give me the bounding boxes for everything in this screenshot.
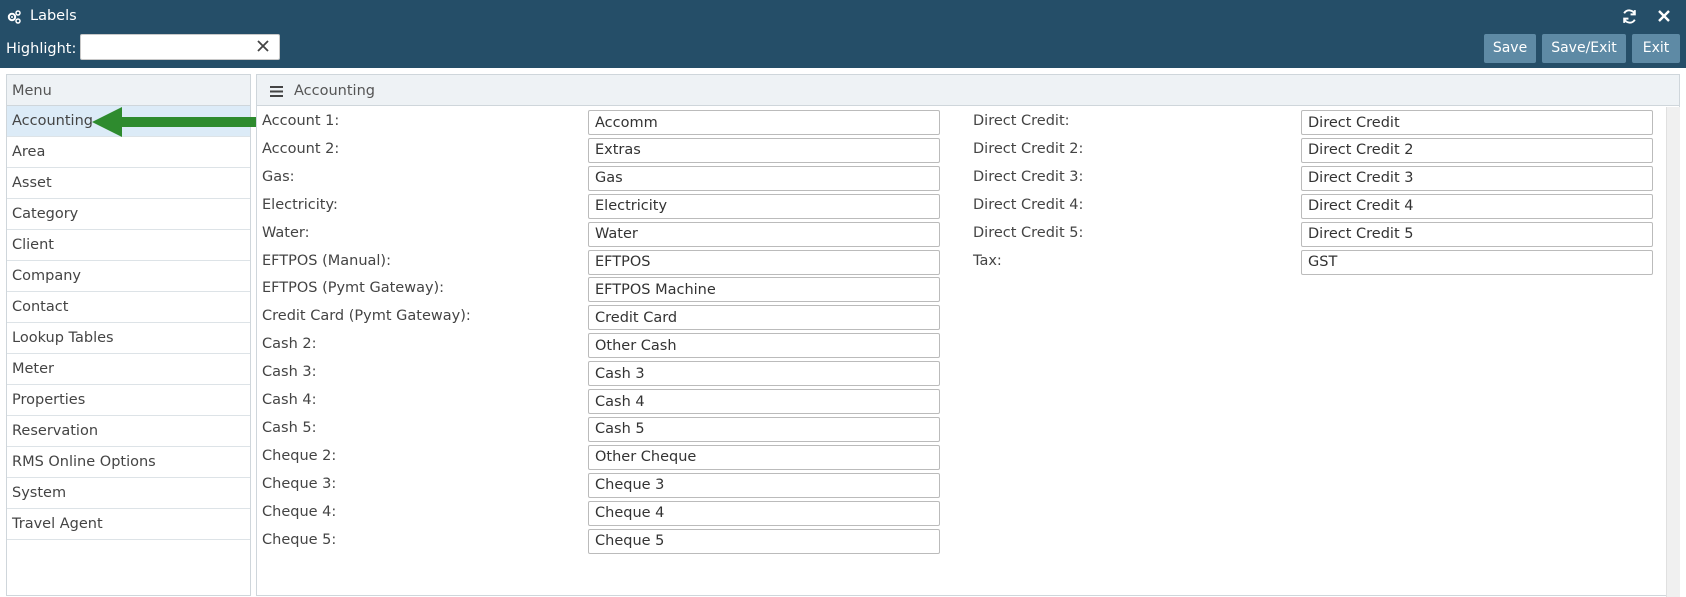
title-bar: Labels [0, 0, 1686, 33]
hamburger-icon[interactable] [270, 86, 283, 97]
field-input-water[interactable] [588, 221, 940, 247]
field-input-cheque-5[interactable] [588, 528, 940, 554]
field-input-cheque-4[interactable] [588, 500, 940, 526]
field-label-account-1: Account 1: [262, 113, 340, 129]
field-input-cheque-3[interactable] [588, 472, 940, 498]
field-label-direct-credit-5: Direct Credit 5: [973, 224, 1084, 241]
highlight-input[interactable] [80, 34, 280, 60]
field-label-cheque-2: Cheque 2: [262, 447, 337, 464]
field-input-credit-card-pymt-gateway[interactable] [588, 305, 940, 331]
menu-header: Menu [7, 75, 250, 106]
field-input-cheque-2[interactable] [588, 444, 940, 470]
sidebar-item-category[interactable]: Category [7, 199, 250, 230]
field-label-cash-4: Cash 4: [262, 392, 317, 408]
field-input-account-1[interactable] [588, 110, 940, 135]
field-input-direct-credit-3[interactable] [1301, 165, 1653, 191]
field-label-cash-3: Cash 3: [262, 364, 317, 381]
sidebar-item-travel-agent[interactable]: Travel Agent [7, 509, 250, 540]
field-label-eftpos-pymt-gateway: EFTPOS (Pymt Gateway): [262, 280, 445, 297]
refresh-icon[interactable] [1621, 8, 1638, 25]
panel-header: Accounting [257, 75, 1679, 106]
sidebar-item-area[interactable]: Area [7, 137, 250, 168]
field-label-cheque-5: Cheque 5: [262, 531, 337, 548]
field-label-water: Water: [262, 224, 310, 241]
pointer-arrow [92, 107, 258, 137]
sidebar-item-contact[interactable]: Contact [7, 292, 250, 323]
field-label-cheque-3: Cheque 3: [262, 475, 337, 492]
field-input-eftpos-manual[interactable] [588, 249, 940, 275]
sidebar-menu: Menu Accounting Area Asset Category Clie… [6, 74, 251, 596]
field-label-cheque-4: Cheque 4: [262, 503, 337, 520]
field-label-direct-credit-2: Direct Credit 2: [973, 140, 1084, 157]
main-panel: Accounting Account 1: Account 2: Gas: Elect… [256, 74, 1680, 597]
field-input-cash-3[interactable] [588, 361, 940, 387]
window-title: Labels [30, 8, 77, 24]
field-label-electricity: Electricity: [262, 196, 338, 213]
sidebar-item-reservation[interactable]: Reservation [7, 416, 250, 447]
field-label-cash-5: Cash 5: [262, 419, 317, 436]
field-input-cash-4[interactable] [588, 389, 940, 414]
sidebar-item-meter[interactable]: Meter [7, 354, 250, 385]
field-input-cash-5[interactable] [588, 416, 940, 442]
field-input-eftpos-pymt-gateway[interactable] [588, 277, 940, 303]
field-label-direct-credit-3: Direct Credit 3: [973, 168, 1084, 185]
sidebar-item-company[interactable]: Company [7, 261, 250, 292]
close-icon[interactable] [1656, 8, 1672, 24]
toolbar: Highlight: Save Save/Exit Exit [0, 33, 1686, 68]
field-label-direct-credit: Direct Credit: [973, 113, 1070, 129]
field-input-cash-2[interactable] [588, 333, 940, 359]
scrollbar[interactable] [1666, 107, 1680, 597]
field-label-cash-2: Cash 2: [262, 336, 317, 353]
field-label-account-2: Account 2: [262, 140, 340, 157]
sidebar-item-system[interactable]: System [7, 478, 250, 509]
field-input-account-2[interactable] [588, 137, 940, 163]
panel-title: Accounting [294, 83, 375, 99]
field-input-tax[interactable] [1301, 249, 1653, 275]
field-input-direct-credit-5[interactable] [1301, 221, 1653, 247]
field-label-gas: Gas: [262, 168, 295, 185]
clear-icon[interactable] [256, 39, 270, 53]
field-input-gas[interactable] [588, 165, 940, 191]
field-input-direct-credit-4[interactable] [1301, 193, 1653, 219]
field-label-tax: Tax: [973, 252, 1002, 269]
field-label-credit-card-pymt-gateway: Credit Card (Pymt Gateway): [262, 308, 471, 325]
field-input-electricity[interactable] [588, 193, 940, 219]
field-input-direct-credit[interactable] [1301, 110, 1653, 135]
sidebar-item-asset[interactable]: Asset [7, 168, 250, 199]
save-exit-button[interactable]: Save/Exit [1542, 34, 1626, 63]
save-button[interactable]: Save [1484, 34, 1536, 63]
sidebar-item-lookup-tables[interactable]: Lookup Tables [7, 323, 250, 354]
highlight-label: Highlight: [6, 41, 77, 57]
gears-icon [7, 10, 21, 24]
field-label-direct-credit-4: Direct Credit 4: [973, 196, 1084, 213]
sidebar-item-client[interactable]: Client [7, 230, 250, 261]
sidebar-item-rms-online-options[interactable]: RMS Online Options [7, 447, 250, 478]
exit-button[interactable]: Exit [1632, 34, 1680, 63]
field-input-direct-credit-2[interactable] [1301, 137, 1653, 163]
field-label-eftpos-manual: EFTPOS (Manual): [262, 252, 391, 269]
sidebar-item-properties[interactable]: Properties [7, 385, 250, 416]
